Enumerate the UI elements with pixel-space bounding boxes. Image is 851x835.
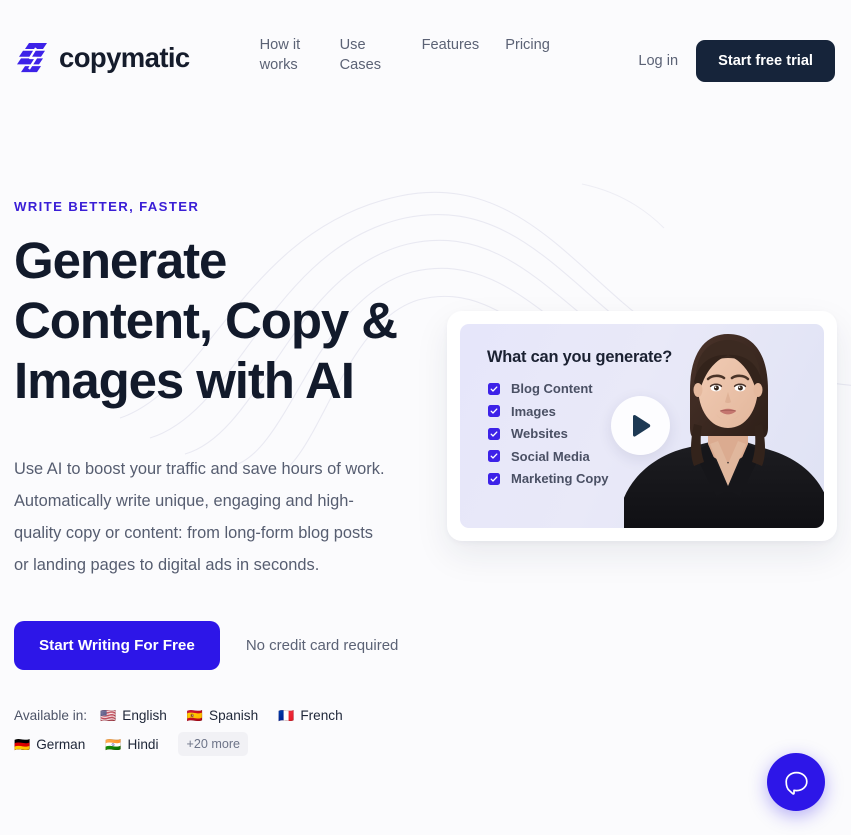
list-item: Social Media (488, 449, 609, 464)
language-label: French (300, 708, 343, 723)
hero-cta-row: Start Writing For Free No credit card re… (14, 621, 431, 670)
language-french[interactable]: 🇫🇷 French (278, 708, 343, 723)
presenter-woman (624, 324, 824, 528)
nav-item-how-it-works[interactable]: How it works (260, 35, 314, 75)
flag-us-icon: 🇺🇸 (100, 708, 117, 723)
main-navigation: How it works Use Cases Features Pricing (260, 35, 550, 75)
language-label: English (122, 708, 167, 723)
video-thumbnail: What can you generate? Blog Content Imag… (460, 324, 824, 528)
list-item-label: Social Media (511, 448, 590, 464)
help-chat-button[interactable] (767, 753, 825, 811)
hero-media: What can you generate? Blog Content Imag… (447, 105, 837, 756)
list-item: Blog Content (488, 381, 609, 396)
hero-section: WRITE BETTER, FASTER Generate Content, C… (0, 105, 851, 756)
list-item: Websites (488, 426, 609, 441)
flag-de-icon: 🇩🇪 (14, 736, 31, 752)
more-languages-badge[interactable]: +20 more (178, 732, 249, 756)
checkbox-checked-icon (488, 405, 500, 417)
list-item: Marketing Copy (488, 471, 609, 486)
flag-es-icon: 🇪🇸 (186, 708, 204, 723)
language-label: Hindi (127, 736, 159, 752)
list-item: Images (488, 404, 609, 419)
brand-logo[interactable]: copymatic (16, 42, 190, 74)
start-writing-for-free-button[interactable]: Start Writing For Free (14, 621, 220, 670)
nav-item-pricing[interactable]: Pricing (505, 35, 550, 75)
language-label: Spanish (209, 708, 259, 723)
checkbox-checked-icon (488, 382, 500, 395)
page-title: Generate Content, Copy & Images with AI (14, 232, 398, 409)
site-header: copymatic How it works Use Cases Feature… (0, 0, 851, 105)
hero-subcopy: Use AI to boost your traffic and save ho… (14, 460, 385, 574)
language-hindi[interactable]: 🇮🇳 Hindi (105, 737, 158, 752)
list-item-label: Marketing Copy (511, 471, 609, 486)
checkbox-checked-icon (488, 450, 500, 462)
start-free-trial-button[interactable]: Start free trial (696, 40, 835, 82)
nav-item-use-cases[interactable]: Use Cases (340, 35, 396, 75)
language-german[interactable]: 🇩🇪 German (14, 737, 85, 752)
chat-bubble-icon (784, 771, 808, 795)
available-in-label: Available in: (14, 708, 88, 723)
checkbox-checked-icon (488, 427, 500, 440)
login-link[interactable]: Log in (638, 53, 678, 69)
list-item-label: Websites (511, 426, 568, 441)
checkbox-checked-icon (488, 472, 500, 485)
no-credit-card-note: No credit card required (245, 637, 399, 654)
language-label: German (36, 736, 86, 752)
list-item-label: Blog Content (511, 381, 593, 396)
flag-in-icon: 🇮🇳 (105, 736, 122, 752)
list-item-label: Images (511, 403, 556, 419)
available-languages: Available in: 🇺🇸 English 🇪🇸 Spanish 🇫🇷 F… (14, 708, 414, 756)
brand-name: copymatic (59, 42, 190, 73)
hero-eyebrow: WRITE BETTER, FASTER (14, 199, 200, 214)
generate-options-list: Blog Content Images Websites Social Medi… (488, 381, 609, 486)
video-card[interactable]: What can you generate? Blog Content Imag… (447, 311, 837, 541)
copymatic-bars-logo-icon (17, 43, 47, 73)
hero-content: WRITE BETTER, FASTER Generate Content, C… (14, 105, 431, 756)
language-english[interactable]: 🇺🇸 English (100, 708, 167, 723)
language-spanish[interactable]: 🇪🇸 Spanish (187, 708, 258, 723)
nav-item-features[interactable]: Features (422, 35, 480, 75)
header-actions: Log in Start free trial (638, 40, 835, 82)
flag-fr-icon: 🇫🇷 (278, 708, 295, 723)
